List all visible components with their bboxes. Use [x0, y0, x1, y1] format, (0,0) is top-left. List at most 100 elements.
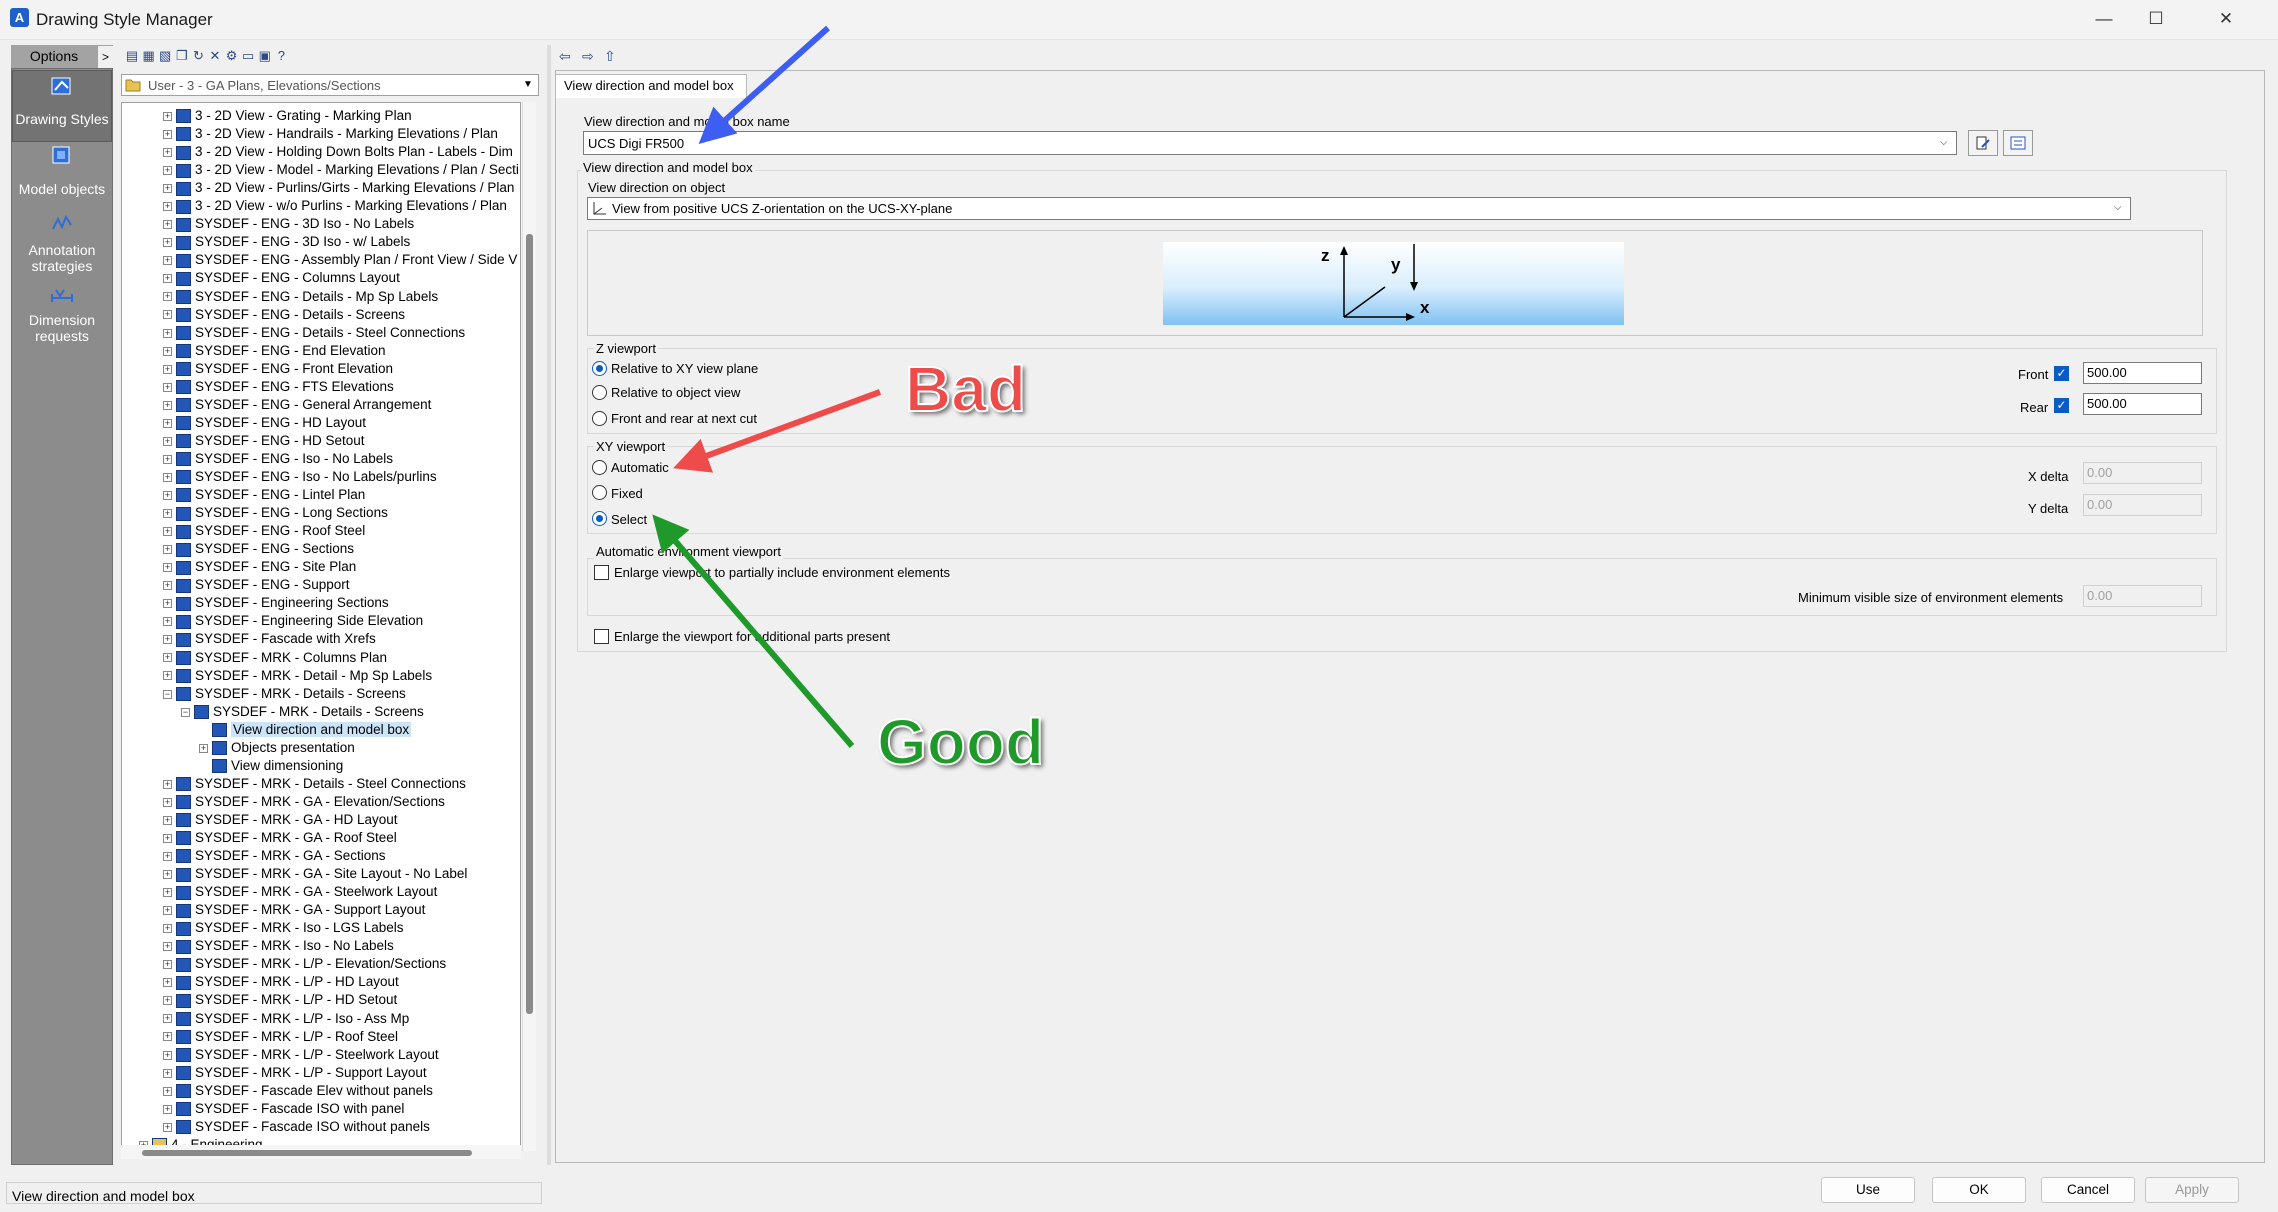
tree-item[interactable]: View dimensioning — [199, 757, 343, 775]
expand-icon[interactable]: + — [163, 509, 172, 519]
tree-item[interactable]: + SYSDEF - ENG - Support — [163, 576, 350, 594]
close-button[interactable]: ✕ — [2200, 0, 2252, 38]
tree-item[interactable]: +3 - 2D View - Holding Down Bolts Plan -… — [163, 143, 513, 161]
tree-item[interactable]: + SYSDEF - MRK - GA - Sections — [163, 847, 386, 865]
expand-icon[interactable]: + — [163, 166, 172, 176]
expand-icon[interactable]: + — [163, 833, 172, 843]
refresh-icon[interactable]: ↻ — [190, 48, 206, 64]
expand-icon[interactable]: + — [163, 238, 172, 248]
tree-item[interactable]: View direction and model box — [199, 721, 412, 739]
tree-item[interactable]: + SYSDEF - Fascade Elev without panels — [163, 1082, 433, 1100]
expand-icon[interactable]: + — [163, 274, 172, 284]
tree-item[interactable]: + SYSDEF - MRK - Iso - LGS Labels — [163, 919, 404, 937]
back-arrow-icon[interactable]: ⇦ — [559, 48, 571, 65]
style-tree[interactable]: +3 - 2D View - Grating - Marking Plan +3 … — [121, 102, 521, 1151]
expand-icon[interactable]: + — [163, 328, 172, 338]
tree-item[interactable]: + SYSDEF - ENG - Iso - No Labels/purlins — [163, 468, 437, 486]
front-checkbox[interactable]: ✓ — [2054, 366, 2069, 381]
radio-relative-object[interactable] — [592, 385, 607, 400]
chevron-down-icon[interactable]: ⌵ — [1940, 137, 1948, 148]
tree-item[interactable]: + SYSDEF - Engineering Sections — [163, 594, 389, 612]
tree-item[interactable]: + SYSDEF - ENG - Front Elevation — [163, 360, 393, 378]
expand-icon[interactable]: + — [163, 870, 172, 880]
delete-icon[interactable]: ✕ — [207, 48, 223, 64]
expand-icon[interactable]: + — [163, 996, 172, 1006]
expand-icon[interactable]: + — [163, 292, 172, 302]
expand-icon[interactable]: + — [163, 545, 172, 555]
nav-item-dimension-requests[interactable]: Dimension requests — [12, 312, 112, 344]
expand-icon[interactable]: + — [163, 906, 172, 916]
expand-icon[interactable]: + — [163, 454, 172, 464]
tree-item[interactable]: + SYSDEF - ENG - HD Layout — [163, 414, 366, 432]
tree-item[interactable]: + SYSDEF - ENG - Lintel Plan — [163, 486, 365, 504]
settings-icon[interactable]: ⚙ — [224, 48, 240, 64]
expand-icon[interactable]: + — [163, 815, 172, 825]
edit-name-button[interactable] — [1968, 130, 1998, 156]
new-icon[interactable]: ▤ — [124, 48, 140, 64]
expand-icon[interactable]: + — [163, 418, 172, 428]
tree-item[interactable]: + SYSDEF - ENG - Site Plan — [163, 558, 356, 576]
apply-button[interactable]: Apply — [2145, 1177, 2239, 1203]
expand-icon[interactable]: + — [163, 472, 172, 482]
import-icon[interactable]: ▧ — [157, 48, 173, 64]
collapse-icon[interactable]: − — [181, 707, 190, 717]
tree-item[interactable]: + SYSDEF - ENG - Long Sections — [163, 504, 388, 522]
tree-item[interactable]: + SYSDEF - MRK - GA - Site Layout - No La… — [163, 865, 467, 883]
tree-item[interactable]: +3 - 2D View - w/o Purlins - Marking Ele… — [163, 197, 507, 215]
chevron-down-icon[interactable]: ▼ — [520, 76, 536, 94]
nav-item-annotation-strategies[interactable]: Annotation strategies — [12, 242, 112, 274]
expand-icon[interactable]: + — [163, 111, 172, 121]
radio-select[interactable] — [592, 511, 607, 526]
tree-item[interactable]: + SYSDEF - MRK - GA - Elevation/Sections — [163, 793, 445, 811]
maximize-button[interactable]: ☐ — [2130, 0, 2182, 38]
tree-item[interactable]: +3 - 2D View - Purlins/Girts - Marking E… — [163, 179, 514, 197]
tree-item[interactable]: + SYSDEF - ENG - FTS Elevations — [163, 378, 394, 396]
enlarge-env-checkbox[interactable] — [594, 565, 609, 580]
expand-icon[interactable]: + — [163, 400, 172, 410]
tree-item[interactable]: +3 - 2D View - Handrails - Marking Eleva… — [163, 125, 498, 143]
tree-item[interactable]: + SYSDEF - MRK - L/P - Roof Steel — [163, 1028, 398, 1046]
tree-item[interactable]: + SYSDEF - ENG - Details - Steel Connecti… — [163, 324, 465, 342]
expand-icon[interactable]: + — [163, 382, 172, 392]
folder-icon[interactable]: ▭ — [240, 48, 256, 64]
cancel-button[interactable]: Cancel — [2041, 1177, 2135, 1203]
tree-item[interactable]: + SYSDEF - MRK - GA - HD Layout — [163, 811, 398, 829]
expand-icon[interactable]: + — [163, 978, 172, 988]
tree-item[interactable]: + Objects presentation — [199, 739, 355, 757]
expand-icon[interactable]: + — [163, 1104, 172, 1114]
tree-horizontal-scroll-thumb[interactable] — [142, 1150, 472, 1156]
tree-item[interactable]: + SYSDEF - Engineering Side Elevation — [163, 612, 423, 630]
expand-icon[interactable]: + — [199, 743, 208, 753]
tree-item[interactable]: + SYSDEF - ENG - Sections — [163, 540, 354, 558]
expand-icon[interactable]: + — [163, 527, 172, 537]
rear-checkbox[interactable]: ✓ — [2054, 398, 2069, 413]
tree-item[interactable]: + SYSDEF - MRK - L/P - HD Setout — [163, 991, 397, 1009]
tab-view-direction[interactable]: View direction and model box — [555, 74, 747, 98]
expand-icon[interactable]: + — [163, 581, 172, 591]
expand-icon[interactable]: + — [163, 490, 172, 500]
expand-icon[interactable]: + — [163, 960, 172, 970]
expand-icon[interactable]: + — [163, 1122, 172, 1132]
radio-automatic[interactable] — [592, 460, 607, 475]
minsize-input[interactable]: 0.00 — [2083, 585, 2202, 607]
tree-item[interactable]: + SYSDEF - MRK - Detail - Mp Sp Labels — [163, 667, 432, 685]
tree-item[interactable]: + SYSDEF - MRK - L/P - Steelwork Layout — [163, 1046, 439, 1064]
help-icon[interactable]: ? — [273, 48, 289, 64]
dimension-requests-icon[interactable] — [50, 284, 74, 306]
expand-icon[interactable]: + — [163, 653, 172, 663]
tree-item[interactable]: + SYSDEF - ENG - 3D Iso - w/ Labels — [163, 233, 410, 251]
expand-icon[interactable]: + — [163, 1032, 172, 1042]
radio-front-rear-cut[interactable] — [592, 411, 607, 426]
expand-icon[interactable]: + — [163, 888, 172, 898]
tree-item[interactable]: + SYSDEF - MRK - GA - Steelwork Layout — [163, 883, 437, 901]
tree-item[interactable]: + SYSDEF - Fascade ISO without panels — [163, 1118, 430, 1136]
tree-vertical-scroll-thumb[interactable] — [526, 234, 533, 1014]
tree-item[interactable]: + SYSDEF - ENG - Details - Mp Sp Labels — [163, 288, 438, 306]
expand-icon[interactable]: + — [163, 924, 172, 934]
tree-item[interactable]: + SYSDEF - MRK - Details - Steel Connecti… — [163, 775, 466, 793]
tree-item[interactable]: + SYSDEF - Fascade with Xrefs — [163, 630, 376, 648]
tree-item[interactable]: + SYSDEF - ENG - HD Setout — [163, 432, 365, 450]
rear-input[interactable]: 500.00 — [2083, 393, 2202, 415]
expand-icon[interactable]: + — [163, 1050, 172, 1060]
ydelta-input[interactable]: 0.00 — [2083, 494, 2202, 516]
